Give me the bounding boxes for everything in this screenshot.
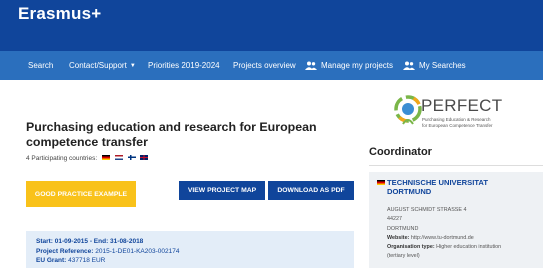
nav-contact-support[interactable]: Contact/Support ▼	[69, 51, 136, 80]
nav-priorities-label: Priorities 2019-2024	[148, 61, 220, 70]
organisation-type-cont: (tertiary level)	[387, 253, 420, 260]
nav-projects-overview[interactable]: Projects overview	[233, 51, 296, 80]
flag-germany-icon	[102, 155, 110, 160]
nav-manage-projects[interactable]: Manage my projects	[305, 51, 393, 80]
participating-countries: 4 Participating countries:	[26, 155, 149, 162]
nav-manage-projects-label: Manage my projects	[321, 61, 394, 70]
project-logo: PERFECT Purchasing Education & Research …	[393, 94, 513, 136]
address-street: AUGUST SCHMIDT STRASSE 4	[387, 207, 467, 213]
perfect-logo-icon	[394, 95, 422, 125]
nav-priorities[interactable]: Priorities 2019-2024	[148, 51, 220, 80]
good-practice-example-button[interactable]: GOOD PRACTICE EXAMPLE	[26, 181, 136, 207]
brand-logo-text[interactable]: Erasmus+	[18, 4, 101, 24]
nav-search-label: Search	[28, 61, 54, 70]
caret-down-icon: ▼	[129, 63, 136, 69]
nav-contact-label: Contact/Support	[69, 61, 127, 70]
nav-projects-overview-label: Projects overview	[233, 61, 296, 70]
main-nav: Search Contact/Support ▼ Priorities 2019-…	[0, 51, 543, 80]
users-icon	[403, 61, 415, 70]
divider	[369, 165, 543, 166]
logo-wordmark: PERFECT	[421, 96, 503, 115]
coordinator-website[interactable]: Website: http://www.tu-dortmund.de	[387, 234, 501, 243]
countries-label: 4 Participating countries:	[26, 155, 98, 162]
address-zip: 44227	[387, 216, 402, 223]
nav-my-searches[interactable]: My Searches	[403, 51, 466, 80]
top-header: Erasmus+	[0, 0, 543, 51]
nav-spacer	[0, 80, 543, 92]
project-reference: Project Reference: 2015-1-DE01-KA203-002…	[36, 247, 180, 255]
address-city: DORTMUND	[387, 225, 419, 232]
logo-subtitle: Purchasing Education & Research for Euro…	[422, 117, 493, 128]
flag-finland-icon	[127, 155, 136, 160]
page-title: Purchasing education and research for Eu…	[26, 120, 317, 149]
project-dates: Start: 01-09-2015 - End: 31-08-2018	[36, 238, 144, 245]
download-pdf-button[interactable]: DOWNLOAD AS PDF	[268, 181, 354, 200]
coordinator-heading: Coordinator	[369, 146, 432, 158]
coordinator-address: AUGUST SCHMIDT STRASSE 4 44227 DORTMUND …	[387, 206, 501, 262]
nav-search[interactable]: Search	[28, 51, 53, 80]
flag-netherlands-icon	[114, 155, 123, 160]
organisation-type: Organisation type: Higher education inst…	[387, 244, 502, 251]
flag-germany-icon	[377, 180, 385, 185]
view-project-map-button[interactable]: VIEW PROJECT MAP	[179, 181, 265, 200]
nav-my-searches-label: My Searches	[419, 61, 466, 70]
project-details-box: Start: 01-09-2015 - End: 31-08-2018 Proj…	[26, 231, 354, 268]
coordinator-org-name[interactable]: TECHNISCHE UNIVERSITAT DORTMUND	[377, 178, 488, 196]
eu-grant: EU Grant: 437718 EUR	[36, 257, 106, 264]
flag-uk-icon	[140, 155, 149, 160]
users-icon	[305, 61, 317, 70]
